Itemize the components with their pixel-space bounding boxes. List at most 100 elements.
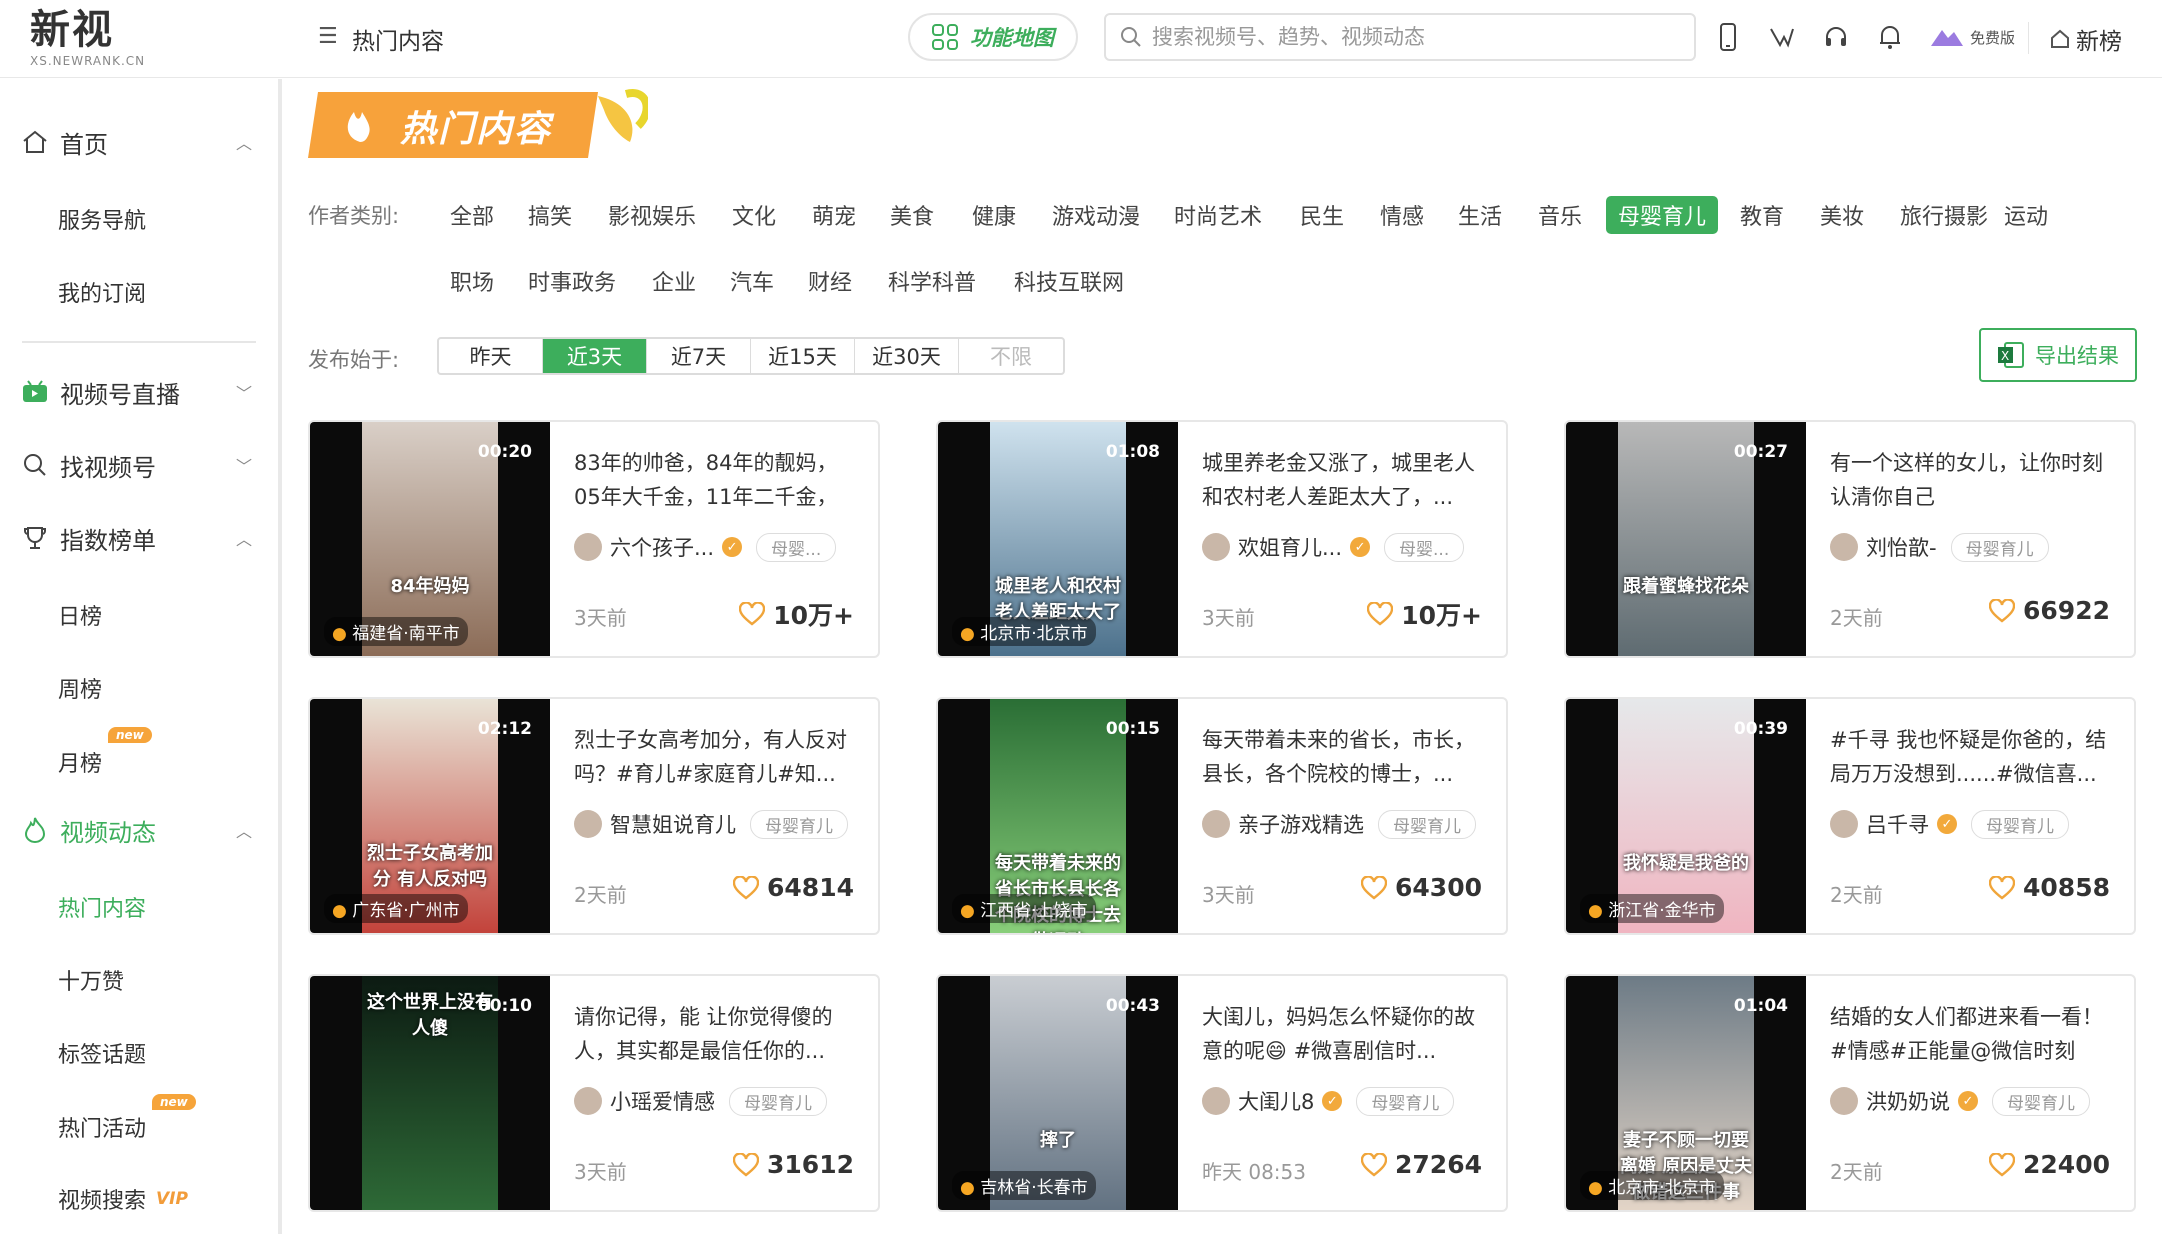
- author-row[interactable]: 智慧姐说育儿 母婴育儿: [574, 809, 848, 839]
- export-label: 导出结果: [2035, 344, 2119, 368]
- sidebar-item-video-dynamics[interactable]: 视频动态 ︿: [0, 805, 270, 855]
- category-tab[interactable]: 财经: [796, 262, 864, 300]
- search-box[interactable]: [1104, 13, 1696, 61]
- category-tab[interactable]: 科学科普: [876, 262, 988, 300]
- author-row[interactable]: 洪奶奶说 ✓ 母婴育儿: [1830, 1086, 2090, 1116]
- sidebar-item-monthly[interactable]: 月榜: [58, 746, 102, 778]
- category-tab[interactable]: 音乐: [1526, 196, 1594, 234]
- avatar: [1830, 533, 1858, 561]
- category-tab[interactable]: 企业: [640, 262, 708, 300]
- function-map-label: 功能地图: [970, 26, 1054, 50]
- category-tab[interactable]: 汽车: [718, 262, 786, 300]
- sidebar-item-home[interactable]: 首页 ︿: [0, 117, 270, 167]
- category-tab[interactable]: 旅行摄影: [1888, 196, 2000, 234]
- author-row[interactable]: 吕千寻 ✓ 母婴育儿: [1830, 809, 2069, 839]
- newrank-link[interactable]: 新榜: [2050, 22, 2122, 56]
- category-tab[interactable]: 萌宠: [800, 196, 868, 234]
- video-card[interactable]: 摔了 00:43 ● 吉林省·长春市 大闺儿，妈妈怎么怀疑你的故意的呢😄 #微喜…: [936, 974, 1508, 1212]
- video-location: ● 福建省·南平市: [324, 617, 468, 646]
- sidebar-item-hot-events[interactable]: 热门活动: [58, 1111, 146, 1143]
- video-card[interactable]: 每天带着未来的省长市长县长各个院校的博士去做运动 00:15 ● 江西省·上饶市…: [936, 697, 1508, 935]
- video-card[interactable]: 84年妈妈 00:20 ● 福建省·南平市 83年的帅爸，84年的靓妈，05年大…: [308, 420, 880, 658]
- category-tab[interactable]: 文化: [720, 196, 788, 234]
- date-range-option[interactable]: 近15天: [751, 339, 855, 373]
- logo[interactable]: 新视 XS.NEWRANK.CN: [30, 8, 160, 68]
- video-thumbnail[interactable]: 跟着蜜蜂找花朵 00:27: [1566, 422, 1806, 656]
- category-tab[interactable]: 美妆: [1808, 196, 1876, 234]
- video-title[interactable]: 城里养老金又涨了，城里老人和农村老人差距太大了，...: [1202, 446, 1492, 514]
- sidebar-item-tag-topics[interactable]: 标签话题: [58, 1037, 146, 1069]
- video-card[interactable]: 这个世界上没有人傻 00:10 请你记得，能 让你觉得傻的人，其实都是最信任你的…: [308, 974, 880, 1212]
- likes-value: 22400: [2023, 1150, 2110, 1179]
- mobile-icon[interactable]: [1714, 22, 1742, 52]
- sidebar-item-rankings[interactable]: 指数榜单 ︿: [0, 513, 270, 563]
- sidebar-item-service-nav[interactable]: 服务导航: [58, 203, 146, 235]
- category-tab[interactable]: 民生: [1288, 196, 1356, 234]
- function-map-button[interactable]: 功能地图: [908, 13, 1078, 61]
- sidebar-item-subscriptions[interactable]: 我的订阅: [58, 276, 146, 308]
- video-title[interactable]: 请你记得，能 让你觉得傻的人，其实都是最信任你的...: [574, 1000, 864, 1068]
- video-title[interactable]: 83年的帅爸，84年的靓妈，05年大千金，11年二千金，1...: [574, 446, 864, 514]
- sidebar-item-daily[interactable]: 日榜: [58, 599, 102, 631]
- video-card[interactable]: 烈士子女高考加分 有人反对吗 02:12 ● 广东省·广州市 烈士子女高考加分，…: [308, 697, 880, 935]
- category-tab[interactable]: 运动: [1992, 196, 2060, 234]
- video-thumbnail[interactable]: 摔了 00:43 ● 吉林省·长春市: [938, 976, 1178, 1210]
- video-card[interactable]: 城里老人和农村老人差距太大了 01:08 ● 北京市·北京市 城里养老金又涨了，…: [936, 420, 1508, 658]
- video-title[interactable]: 有一个这样的女儿，让你时刻认清你自己: [1830, 446, 2120, 514]
- author-row[interactable]: 欢姐育儿... ✓ 母婴...: [1202, 532, 1465, 562]
- author-row[interactable]: 亲子游戏精选 母婴育儿: [1202, 809, 1476, 839]
- likes-value: 10万+: [773, 601, 854, 630]
- sidebar-item-find-channel[interactable]: 找视频号 ﹀: [0, 440, 270, 490]
- video-title[interactable]: #千寻 我也怀疑是你爸的，结局万万没想到......#微信喜...: [1830, 723, 2120, 791]
- category-tab[interactable]: 健康: [960, 196, 1028, 234]
- category-tab[interactable]: 时事政务: [516, 262, 628, 300]
- category-tab[interactable]: 生活: [1446, 196, 1514, 234]
- bell-icon[interactable]: [1876, 22, 1904, 52]
- video-thumbnail[interactable]: 这个世界上没有人傻 00:10: [310, 976, 550, 1210]
- date-range-option[interactable]: 近7天: [647, 339, 751, 373]
- video-thumbnail[interactable]: 妻子不顾一切要离婚 原因是丈夫做错这三件事 01:04 ● 北京市·北京市: [1566, 976, 1806, 1210]
- category-tab[interactable]: 影视娱乐: [596, 196, 708, 234]
- category-tab[interactable]: 情感: [1368, 196, 1436, 234]
- category-tab[interactable]: 教育: [1728, 196, 1796, 234]
- video-title[interactable]: 烈士子女高考加分，有人反对吗？#育儿#家庭育儿#知...: [574, 723, 864, 791]
- export-button[interactable]: X 导出结果: [1979, 328, 2137, 382]
- video-title[interactable]: 大闺儿，妈妈怎么怀疑你的故意的呢😄 #微喜剧信时...: [1202, 1000, 1492, 1068]
- video-thumbnail[interactable]: 每天带着未来的省长市长县长各个院校的博士去做运动 00:15 ● 江西省·上饶市: [938, 699, 1178, 933]
- video-card[interactable]: 妻子不顾一切要离婚 原因是丈夫做错这三件事 01:04 ● 北京市·北京市 结婚…: [1564, 974, 2136, 1212]
- category-tab[interactable]: 全部: [438, 196, 506, 234]
- date-range-option[interactable]: 近30天: [855, 339, 959, 373]
- sidebar-item-video-search[interactable]: 视频搜索 VIP: [58, 1183, 188, 1215]
- category-tab[interactable]: 时尚艺术: [1162, 196, 1274, 234]
- category-tab[interactable]: 搞笑: [516, 196, 584, 234]
- date-range-option[interactable]: 昨天: [439, 339, 543, 373]
- sidebar-item-hot-content[interactable]: 热门内容: [58, 891, 146, 923]
- category-tab[interactable]: 科技互联网: [1002, 262, 1136, 300]
- video-thumbnail[interactable]: 84年妈妈 00:20 ● 福建省·南平市: [310, 422, 550, 656]
- search-input[interactable]: [1152, 25, 1672, 49]
- category-tab[interactable]: 母婴育儿: [1606, 196, 1719, 234]
- video-title[interactable]: 结婚的女人们都进来看一看！#情感#正能量@微信时刻: [1830, 1000, 2120, 1068]
- video-card[interactable]: 我怀疑是我爸的 00:39 ● 浙江省·金华市 #千寻 我也怀疑是你爸的，结局万…: [1564, 697, 2136, 935]
- headset-icon[interactable]: [1822, 22, 1850, 52]
- category-tab[interactable]: 职场: [438, 262, 506, 300]
- video-thumbnail[interactable]: 城里老人和农村老人差距太大了 01:08 ● 北京市·北京市: [938, 422, 1178, 656]
- author-row[interactable]: 小瑶爱情感 母婴育儿: [574, 1086, 827, 1116]
- sidebar-item-live[interactable]: 视频号直播 ﹀: [0, 367, 270, 417]
- extension-icon[interactable]: [1768, 22, 1796, 52]
- video-thumbnail[interactable]: 我怀疑是我爸的 00:39 ● 浙江省·金华市: [1566, 699, 1806, 933]
- category-tab[interactable]: 游戏动漫: [1040, 196, 1152, 234]
- sidebar-item-hundred-k[interactable]: 十万赞: [58, 964, 124, 996]
- sidebar-item-weekly[interactable]: 周榜: [58, 672, 102, 704]
- menu-toggle-icon[interactable]: ☰: [318, 24, 338, 49]
- video-thumbnail[interactable]: 烈士子女高考加分 有人反对吗 02:12 ● 广东省·广州市: [310, 699, 550, 933]
- plan-badge[interactable]: 免费版: [1930, 26, 2015, 48]
- author-row[interactable]: 六个孩子... ✓ 母婴...: [574, 532, 837, 562]
- category-tab[interactable]: 美食: [878, 196, 946, 234]
- video-title[interactable]: 每天带着未来的省长，市长，县长，各个院校的博士，...: [1202, 723, 1492, 791]
- date-range-option[interactable]: 不限: [959, 339, 1063, 373]
- date-range-option[interactable]: 近3天: [543, 339, 647, 373]
- author-row[interactable]: 刘怡歆- 母婴育儿: [1830, 532, 2049, 562]
- video-card[interactable]: 跟着蜜蜂找花朵 00:27 有一个这样的女儿，让你时刻认清你自己 刘怡歆- 母婴…: [1564, 420, 2136, 658]
- author-row[interactable]: 大闺儿8 ✓ 母婴育儿: [1202, 1086, 1455, 1116]
